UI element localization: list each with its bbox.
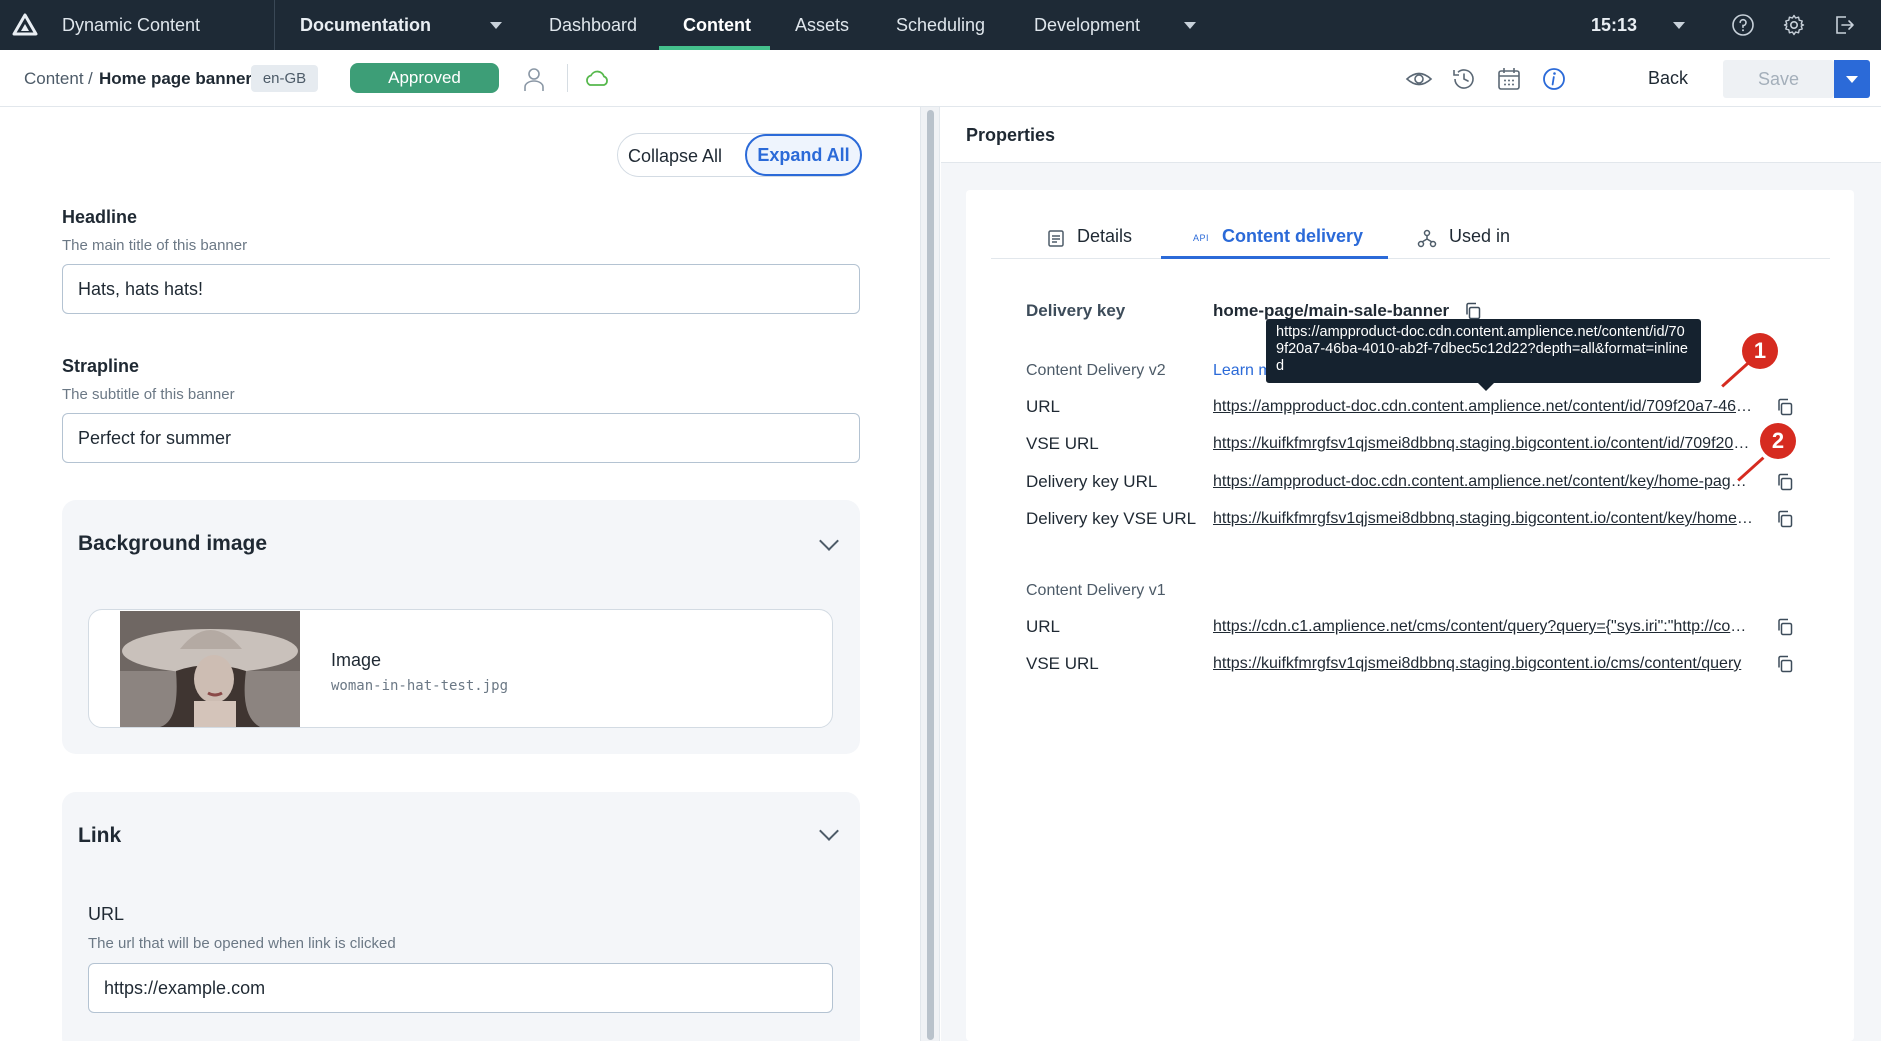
hub-selector[interactable]: Documentation	[300, 15, 431, 36]
v1-url-label: URL	[1026, 617, 1061, 636]
nav-divider	[274, 0, 275, 50]
chevron-down-icon[interactable]	[490, 22, 502, 29]
tabs-divider	[991, 258, 1830, 259]
app-name: Dynamic Content	[62, 15, 201, 35]
copy-icon[interactable]	[1776, 618, 1794, 636]
image-file-name: woman-in-hat-test.jpg	[331, 678, 509, 694]
expand-all-button[interactable]: Expand All	[745, 134, 862, 176]
strapline-label: Strapline	[62, 356, 140, 376]
chevron-down-icon[interactable]	[1184, 22, 1196, 29]
collapse-expand-toggle: Collapse All Expand All	[617, 133, 862, 177]
save-button[interactable]: Save	[1723, 60, 1834, 98]
breadcrumb-root[interactable]: Content	[24, 69, 84, 89]
tab-used-in[interactable]: Used in	[1449, 226, 1510, 247]
cloud-icon[interactable]	[583, 65, 611, 93]
link-url-label: URL	[88, 904, 125, 924]
image-label: Image	[331, 650, 382, 670]
history-icon[interactable]	[1450, 65, 1478, 93]
preview-eye-icon[interactable]	[1405, 65, 1433, 93]
v1-vse-url-link[interactable]: https://kuifkfmrgfsv1qjsmei8dbbnq.stagin…	[1213, 655, 1753, 673]
api-icon: API	[1193, 233, 1210, 243]
help-icon[interactable]	[1731, 13, 1755, 37]
v2-delivery-key-vse-url-label: Delivery key VSE URL	[1026, 509, 1197, 528]
copy-icon[interactable]	[1776, 510, 1794, 528]
breadcrumb-separator: /	[88, 69, 93, 88]
v2-url-label: URL	[1026, 397, 1061, 416]
nav-content[interactable]: Content	[683, 15, 751, 36]
content-delivery-v1-label: Content Delivery v1	[1026, 582, 1166, 599]
tab-content-delivery[interactable]: Content delivery	[1222, 226, 1363, 247]
v1-vse-url-label: VSE URL	[1026, 654, 1099, 673]
link-title: Link	[78, 824, 122, 847]
pane-splitter[interactable]	[920, 107, 940, 1041]
nav-dashboard[interactable]: Dashboard	[549, 15, 637, 36]
info-icon[interactable]	[1540, 65, 1568, 93]
collapse-all-button[interactable]: Collapse All	[628, 146, 722, 167]
v2-delivery-key-url-link[interactable]: https://ampproduct-doc.cdn.content.ampli…	[1213, 473, 1753, 491]
scrollbar-thumb[interactable]	[927, 110, 934, 1040]
headline-description: The main title of this banner	[62, 237, 248, 254]
nav-development[interactable]: Development	[1034, 15, 1140, 36]
calendar-icon[interactable]	[1495, 65, 1523, 93]
amplience-logo-icon[interactable]	[12, 12, 38, 38]
save-options-button[interactable]	[1834, 60, 1870, 98]
v2-vse-url-link[interactable]: https://kuifkfmrgfsv1qjsmei8dbbnq.stagin…	[1213, 435, 1753, 453]
locale-badge: en-GB	[251, 65, 318, 92]
image-tile[interactable]: Image woman-in-hat-test.jpg	[88, 609, 833, 728]
callout-badge-1: 1	[1742, 333, 1778, 369]
v2-vse-url-label: VSE URL	[1026, 434, 1099, 453]
strapline-description: The subtitle of this banner	[62, 386, 235, 403]
back-button[interactable]: Back	[1648, 68, 1688, 89]
gear-icon[interactable]	[1782, 13, 1806, 37]
strapline-input[interactable]	[62, 413, 860, 463]
image-thumbnail	[120, 611, 300, 727]
breadcrumb-current: Home page banner	[99, 69, 253, 88]
active-tab-indicator	[1161, 256, 1388, 259]
v2-delivery-key-url-label: Delivery key URL	[1026, 472, 1158, 491]
properties-title: Properties	[966, 125, 1056, 145]
delivery-key-label: Delivery key	[1026, 301, 1126, 320]
url-tooltip: https://ampproduct-doc.cdn.content.ampli…	[1266, 319, 1701, 391]
learn-more-link[interactable]: Learn m	[1213, 362, 1272, 380]
top-navigation: Dynamic Content Documentation Dashboard …	[0, 0, 1881, 50]
link-url-description: The url that will be opened when link is…	[88, 935, 396, 952]
background-image-title: Background image	[78, 532, 268, 555]
header-divider	[567, 64, 568, 92]
copy-icon[interactable]	[1776, 473, 1794, 491]
chevron-down-icon[interactable]	[1673, 22, 1685, 29]
copy-icon[interactable]	[1776, 398, 1794, 416]
used-in-network-icon	[1417, 229, 1437, 248]
headline-input[interactable]	[62, 264, 860, 314]
details-icon	[1048, 230, 1064, 247]
headline-label: Headline	[62, 207, 138, 227]
v2-url-link[interactable]: https://ampproduct-doc.cdn.content.ampli…	[1213, 398, 1753, 416]
chevron-down-icon[interactable]	[819, 821, 839, 841]
content-delivery-v2-label: Content Delivery v2	[1026, 362, 1166, 379]
user-icon[interactable]	[520, 65, 548, 93]
v1-url-link[interactable]: https://cdn.c1.amplience.net/cms/content…	[1213, 618, 1753, 636]
chevron-down-icon[interactable]	[819, 531, 839, 551]
v2-delivery-key-vse-url-link[interactable]: https://kuifkfmrgfsv1qjsmei8dbbnq.stagin…	[1213, 510, 1753, 528]
copy-icon[interactable]	[1776, 655, 1794, 673]
tab-details[interactable]: Details	[1077, 226, 1132, 247]
properties-header	[941, 107, 1881, 163]
copy-icon[interactable]	[1464, 302, 1482, 320]
nav-scheduling[interactable]: Scheduling	[896, 15, 985, 36]
delivery-key-value: home-page/main-sale-banner	[1213, 301, 1450, 320]
callout-badge-2: 2	[1760, 423, 1796, 459]
logout-icon[interactable]	[1832, 13, 1856, 37]
link-url-input[interactable]	[88, 963, 833, 1013]
status-badge[interactable]: Approved	[350, 63, 499, 93]
clock: 15:13	[1591, 15, 1638, 35]
nav-active-indicator	[659, 46, 770, 50]
nav-assets[interactable]: Assets	[795, 15, 849, 36]
